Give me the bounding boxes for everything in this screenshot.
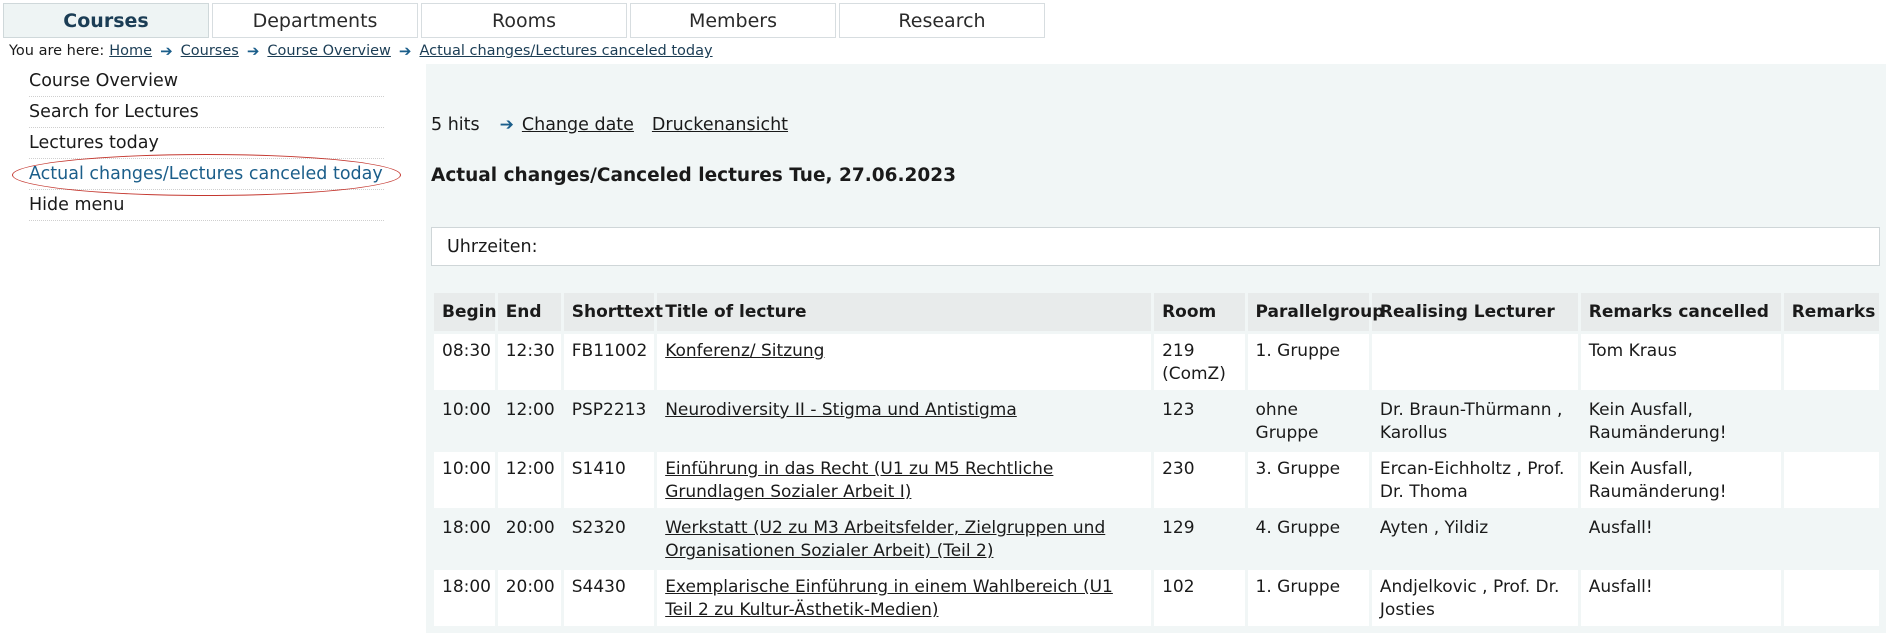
cell-end: 12:30 (497, 334, 561, 390)
table-row: 10:00 12:00 PSP2213 Neurodiversity II - … (434, 393, 1879, 449)
column-header-remarks[interactable]: Remarks (1783, 293, 1879, 331)
cell-remarks (1783, 570, 1879, 626)
lecture-title-link[interactable]: Exemplarische Einführung in einem Wahlbe… (665, 577, 1113, 620)
tab-members[interactable]: Members (630, 3, 836, 38)
cell-lecturer: Dr. Braun-Thürmann , Karollus (1371, 393, 1578, 449)
cell-group: ohne Gruppe (1247, 393, 1369, 449)
column-header-begin[interactable]: Begin (434, 293, 497, 331)
cell-begin: 18:00 (434, 570, 495, 626)
tab-departments[interactable]: Departments (212, 3, 418, 38)
table-row: 10:00 12:00 S1410 Einführung in das Rech… (434, 452, 1879, 508)
cell-room: 129 (1154, 511, 1245, 567)
cell-end: 20:00 (497, 511, 561, 567)
cell-lecturer (1371, 334, 1578, 390)
cell-shorttext: S1410 (563, 452, 655, 508)
cell-group: 3. Gruppe (1247, 452, 1369, 508)
cell-shorttext: S4430 (563, 570, 655, 626)
arrow-right-icon: ➔ (499, 115, 514, 135)
cell-room: 219 (ComZ) (1154, 334, 1245, 390)
results-toolbar: 5 hits ➔ Change date Druckenansicht (431, 115, 788, 135)
sidebar-item-search-lectures[interactable]: Search for Lectures (29, 97, 384, 128)
sidebar-menu: Course Overview Search for Lectures Lect… (0, 66, 420, 221)
breadcrumb-link-home[interactable]: Home (109, 43, 152, 59)
times-label: Uhrzeiten: (447, 236, 538, 257)
print-view-link[interactable]: Druckenansicht (652, 115, 788, 135)
breadcrumb-link-course-overview[interactable]: Course Overview (267, 43, 391, 59)
hit-count: 5 hits (431, 115, 480, 135)
arrow-right-icon: ➔ (398, 42, 412, 60)
lecture-title-link[interactable]: Werkstatt (U2 zu M3 Arbeitsfelder, Zielg… (665, 518, 1105, 561)
cell-begin: 18:00 (434, 511, 495, 567)
sidebar-item-course-overview[interactable]: Course Overview (29, 66, 384, 97)
column-header-remarks-cancelled[interactable]: Remarks cancelled (1580, 293, 1781, 331)
cell-remarks (1783, 452, 1879, 508)
cell-end: 12:00 (497, 393, 561, 449)
cell-title: Konferenz/ Sitzung (657, 334, 1152, 390)
cell-title: Exemplarische Einführung in einem Wahlbe… (657, 570, 1152, 626)
column-header-room[interactable]: Room (1154, 293, 1245, 331)
cell-remarks-cancelled: Kein Ausfall, Raumänderung! (1580, 452, 1781, 508)
tab-courses[interactable]: Courses (3, 3, 209, 38)
cell-begin: 08:30 (434, 334, 495, 390)
cell-remarks-cancelled: Kein Ausfall, Raumänderung! (1580, 393, 1781, 449)
lectures-table: Begin End Shorttext Title of lecture Roo… (431, 290, 1882, 629)
cell-remarks-cancelled: Ausfall! (1580, 570, 1781, 626)
tab-research[interactable]: Research (839, 3, 1045, 38)
cell-group: 1. Gruppe (1247, 570, 1369, 626)
cell-group: 4. Gruppe (1247, 511, 1369, 567)
page-title: Actual changes/Canceled lectures Tue, 27… (431, 165, 957, 186)
times-filter-box[interactable]: Uhrzeiten: (431, 227, 1880, 266)
lecture-title-link[interactable]: Konferenz/ Sitzung (665, 341, 824, 361)
cell-lecturer: Ayten , Yildiz (1371, 511, 1578, 567)
column-header-parallelgroup[interactable]: Parallelgroup (1247, 293, 1384, 331)
cell-shorttext: S2320 (563, 511, 655, 567)
lecture-title-link[interactable]: Einführung in das Recht (U1 zu M5 Rechtl… (665, 459, 1053, 502)
column-header-end[interactable]: End (497, 293, 561, 331)
cell-title: Werkstatt (U2 zu M3 Arbeitsfelder, Zielg… (657, 511, 1152, 567)
cell-begin: 10:00 (434, 393, 495, 449)
cell-lecturer: Andjelkovic , Prof. Dr. Josties (1371, 570, 1578, 626)
arrow-right-icon: ➔ (246, 42, 260, 60)
lecture-title-link[interactable]: Neurodiversity II - Stigma und Antistigm… (665, 400, 1017, 420)
breadcrumb: You are here: Home ➔ Courses ➔ Course Ov… (9, 42, 713, 60)
cell-room: 102 (1154, 570, 1245, 626)
column-header-shorttext[interactable]: Shorttext (563, 293, 663, 331)
cell-remarks (1783, 334, 1879, 390)
column-header-title[interactable]: Title of lecture (657, 293, 1152, 331)
table-row: 18:00 20:00 S2320 Werkstatt (U2 zu M3 Ar… (434, 511, 1879, 567)
cell-shorttext: FB11002 (563, 334, 655, 390)
table-row: 08:30 12:30 FB11002 Konferenz/ Sitzung 2… (434, 334, 1879, 390)
cell-room: 230 (1154, 452, 1245, 508)
tab-rooms[interactable]: Rooms (421, 3, 627, 38)
breadcrumb-link-courses[interactable]: Courses (181, 43, 239, 59)
sidebar-item-actual-changes[interactable]: Actual changes/Lectures canceled today (29, 159, 384, 190)
cell-group: 1. Gruppe (1247, 334, 1369, 390)
table-header-row: Begin End Shorttext Title of lecture Roo… (434, 293, 1879, 331)
breadcrumb-link-current[interactable]: Actual changes/Lectures canceled today (419, 43, 712, 59)
cell-end: 20:00 (497, 570, 561, 626)
cell-lecturer: Ercan-Eichholtz , Prof. Dr. Thoma (1371, 452, 1578, 508)
cell-room: 123 (1154, 393, 1245, 449)
main-content: 5 hits ➔ Change date Druckenansicht Actu… (426, 64, 1886, 633)
top-navigation: Courses Departments Rooms Members Resear… (3, 3, 1045, 40)
change-date-link[interactable]: Change date (522, 115, 634, 135)
column-header-lecturer[interactable]: Realising Lecturer (1371, 293, 1578, 331)
cell-remarks (1783, 511, 1879, 567)
cell-shorttext: PSP2213 (563, 393, 655, 449)
arrow-right-icon: ➔ (160, 42, 173, 60)
breadcrumb-prefix: You are here: (9, 43, 105, 59)
table-row: 18:00 20:00 S4430 Exemplarische Einführu… (434, 570, 1879, 626)
sidebar-item-hide-menu[interactable]: Hide menu (29, 190, 384, 221)
cell-remarks-cancelled: Ausfall! (1580, 511, 1781, 567)
cell-remarks (1783, 393, 1879, 449)
cell-remarks-cancelled: Tom Kraus (1580, 334, 1781, 390)
cell-begin: 10:00 (434, 452, 495, 508)
sidebar-item-lectures-today[interactable]: Lectures today (29, 128, 384, 159)
cell-title: Neurodiversity II - Stigma und Antistigm… (657, 393, 1152, 449)
cell-end: 12:00 (497, 452, 561, 508)
cell-title: Einführung in das Recht (U1 zu M5 Rechtl… (657, 452, 1152, 508)
